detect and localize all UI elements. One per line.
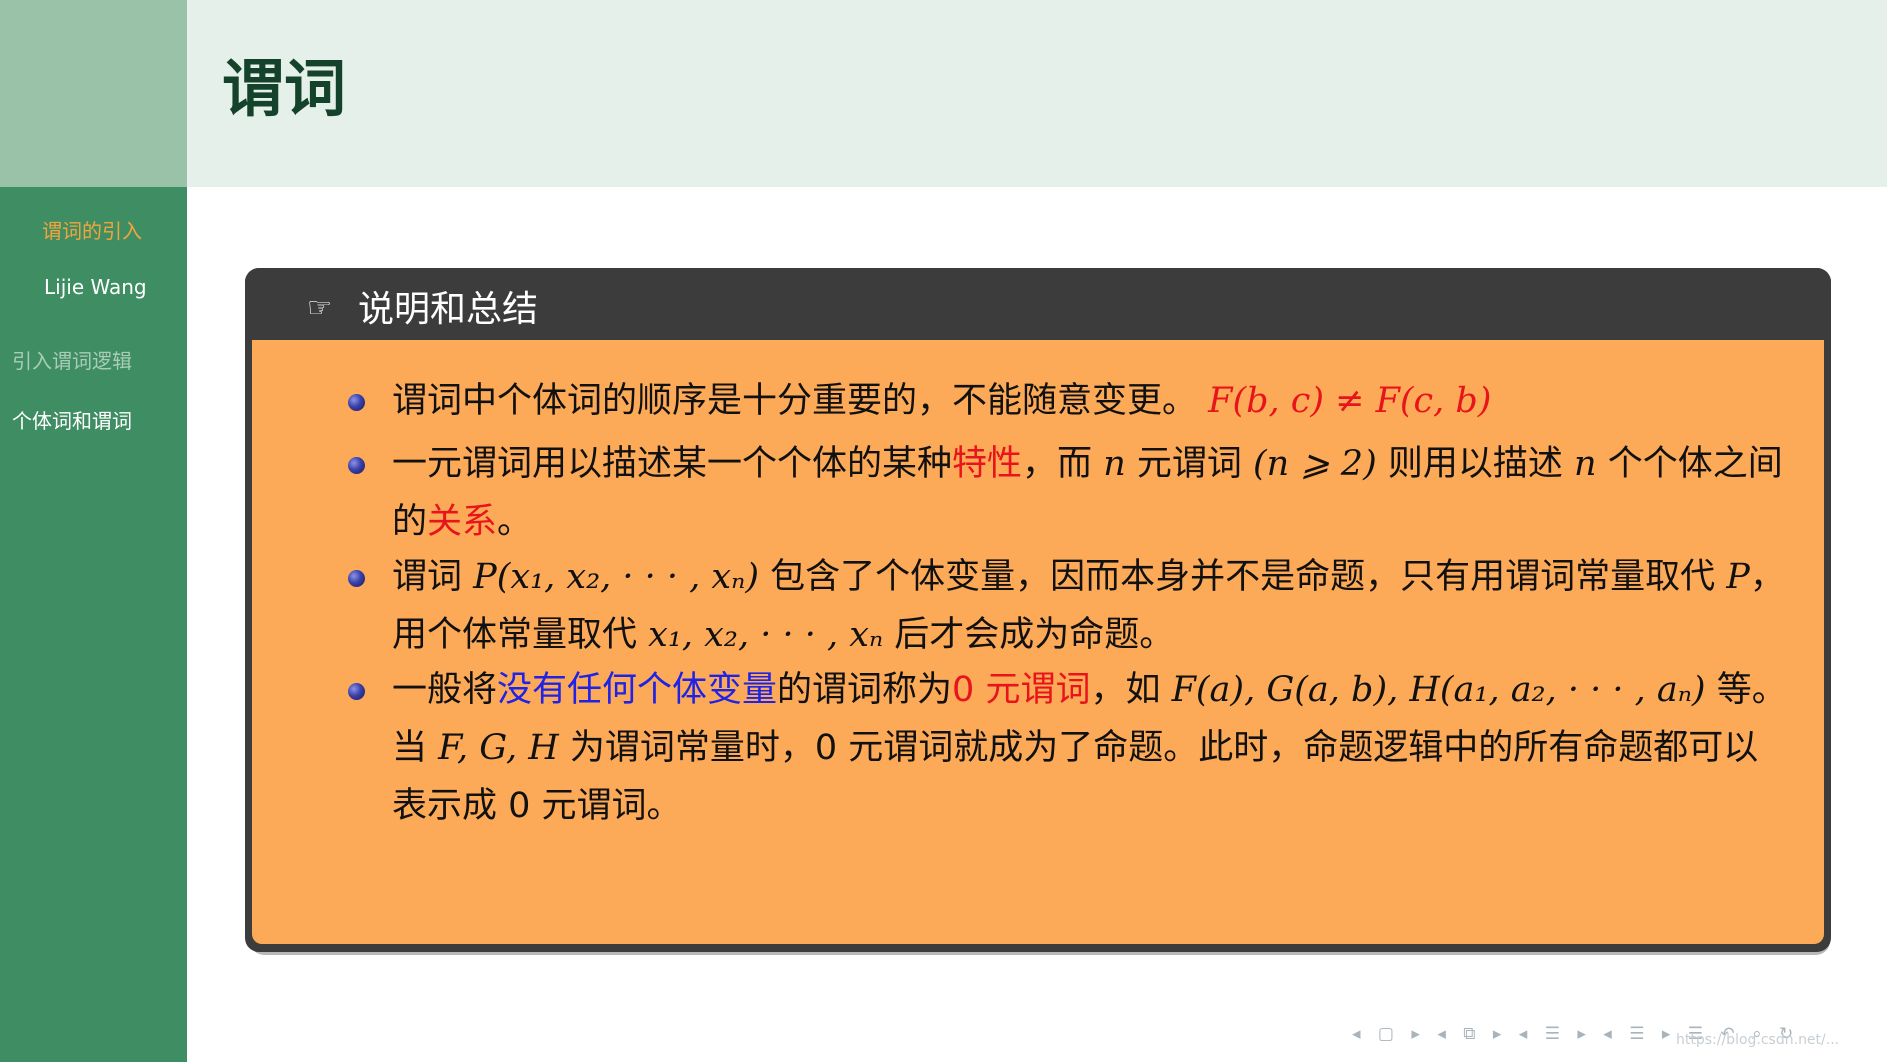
bullet-icon bbox=[348, 457, 365, 474]
bullet-icon bbox=[348, 394, 365, 411]
sidebar-section-intro-predicate-logic[interactable]: 引入谓词逻辑 bbox=[12, 345, 132, 374]
highlight-red: 关系 bbox=[427, 502, 498, 542]
bullet-icon bbox=[348, 683, 365, 700]
highlight-red: 特性 bbox=[952, 444, 1023, 484]
block-header: ☞ 说明和总结 bbox=[245, 268, 1831, 338]
watermark: https://blog.csdn.net/... bbox=[1676, 1032, 1840, 1048]
list-item: 谓词 P(x₁, x₂, · · · , xₙ) 包含了个体变量，因而本身并不是… bbox=[348, 548, 1792, 664]
list-item: 一元谓词用以描述某一个个体的某种特性，而 n 元谓词 (n ⩾ 2) 则用以描述… bbox=[348, 435, 1792, 551]
summary-block: ☞ 说明和总结 谓词中个体词的顺序是十分重要的，不能随意变更。 F(b, c) … bbox=[245, 268, 1831, 952]
block-body: 谓词中个体词的顺序是十分重要的，不能随意变更。 F(b, c) ≠ F(c, b… bbox=[252, 340, 1824, 944]
frame-title: 谓词 bbox=[222, 52, 347, 125]
sidebar-presentation-title[interactable]: 谓词的引入 bbox=[42, 215, 142, 244]
sidebar-section-terms-and-predicates[interactable]: 个体词和谓词 bbox=[12, 405, 132, 434]
sidebar-logo-area bbox=[0, 0, 187, 187]
block-title: 说明和总结 bbox=[358, 289, 539, 330]
frame-header bbox=[187, 0, 1887, 187]
list-item: 一般将没有任何个体变量的谓词称为0 元谓词，如 F(a), G(a, b), H… bbox=[348, 661, 1792, 835]
formula: F(b, c) ≠ F(c, b) bbox=[1208, 381, 1492, 421]
highlight-blue: 没有任何个体变量 bbox=[497, 670, 778, 710]
list-item: 谓词中个体词的顺序是十分重要的，不能随意变更。 F(b, c) ≠ F(c, b… bbox=[348, 372, 1792, 430]
pointing-hand-icon: ☞ bbox=[307, 291, 333, 324]
sidebar-author[interactable]: Lijie Wang bbox=[44, 275, 147, 299]
highlight-red: 0 元谓词 bbox=[952, 670, 1091, 710]
sidebar bbox=[0, 187, 187, 1062]
bullet-icon bbox=[348, 570, 365, 587]
